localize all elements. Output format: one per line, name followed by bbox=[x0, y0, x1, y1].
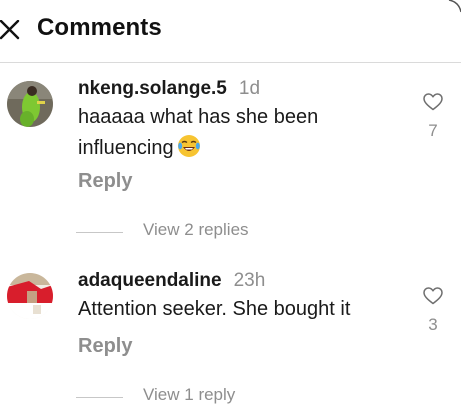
comment-text: haaaaa what has she been influencing bbox=[78, 102, 398, 164]
reply-button[interactable]: Reply bbox=[78, 335, 132, 358]
view-replies-line bbox=[76, 397, 123, 398]
view-replies-label: View 2 replies bbox=[143, 220, 249, 239]
view-replies-label: View 1 reply bbox=[143, 385, 236, 404]
face-with-tears-of-joy-icon bbox=[177, 135, 200, 157]
view-replies-line bbox=[76, 232, 123, 233]
panel-corner-decoration bbox=[448, 0, 461, 13]
comment-time: 23h bbox=[233, 270, 266, 291]
comment-time: 1d bbox=[238, 78, 261, 99]
like-count: 3 bbox=[428, 315, 438, 334]
comment-header: nkeng.solange.5 1d bbox=[78, 78, 260, 100]
avatar-image bbox=[7, 81, 53, 127]
avatar-image bbox=[7, 273, 53, 319]
heart-outline-icon[interactable] bbox=[423, 287, 443, 305]
comments-header: Comments bbox=[0, 0, 461, 63]
comment-text: Attention seeker. She bought it bbox=[78, 298, 351, 320]
comment-username[interactable]: nkeng.solange.5 bbox=[78, 78, 227, 99]
avatar[interactable] bbox=[7, 81, 53, 127]
reply-button[interactable]: Reply bbox=[78, 170, 132, 193]
comment-header: adaqueendaline 23h bbox=[78, 270, 265, 292]
page-title: Comments bbox=[37, 14, 162, 41]
like-count: 7 bbox=[428, 121, 438, 140]
comment-username[interactable]: adaqueendaline bbox=[78, 270, 222, 291]
close-icon[interactable] bbox=[0, 20, 20, 40]
avatar[interactable] bbox=[7, 273, 53, 319]
heart-outline-icon[interactable] bbox=[423, 93, 443, 111]
